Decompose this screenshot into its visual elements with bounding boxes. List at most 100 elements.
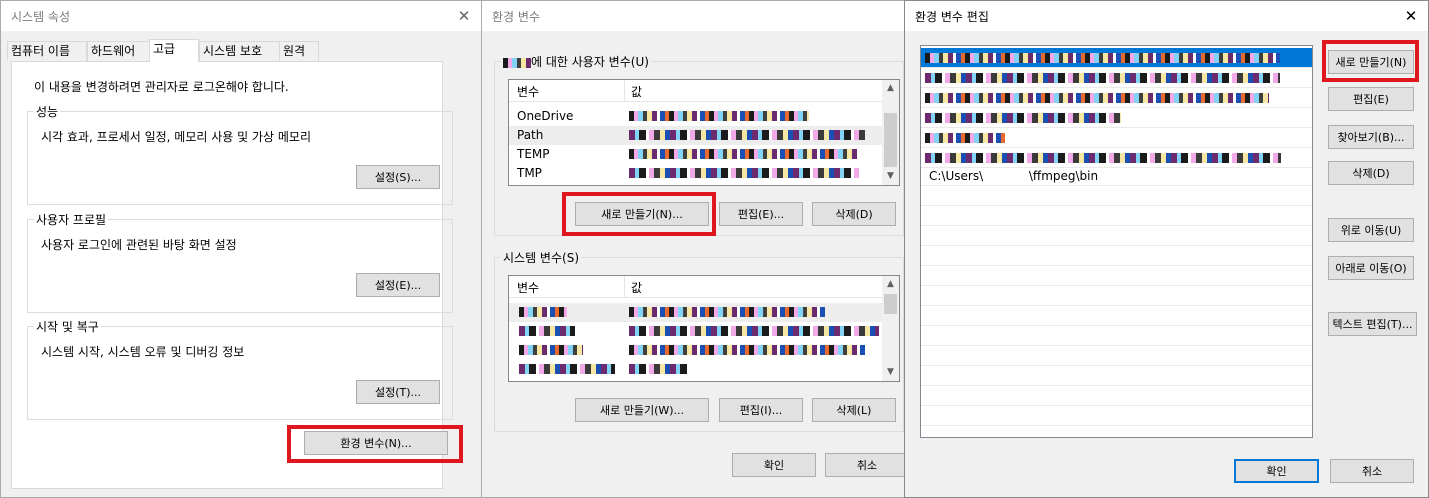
edit-ok-button[interactable]: 확인 xyxy=(1234,459,1319,483)
entry-text: C:\Users\ \ffmpeg\bin xyxy=(929,169,1099,183)
list-item[interactable] xyxy=(921,88,1312,108)
user-profile-group: 사용자 프로필 사용자 로그인에 관련된 바탕 화면 설정 설정(E)... xyxy=(27,211,453,313)
scroll-up-icon[interactable]: ▲ xyxy=(882,276,899,293)
redacted-name xyxy=(519,307,567,317)
list-item[interactable]: Path xyxy=(509,126,899,145)
window-title: 환경 변수 xyxy=(492,10,540,24)
title-bar[interactable]: 시스템 속성 ✕ xyxy=(1,1,481,31)
highlight-user-new-button xyxy=(562,192,716,236)
performance-desc: 시각 효과, 프로세서 일정, 메모리 사용 및 가상 메모리 xyxy=(41,130,311,144)
list-item[interactable] xyxy=(921,246,1312,266)
move-up-button[interactable]: 위로 이동(U) xyxy=(1328,218,1414,242)
title-bar[interactable]: 환경 변수 xyxy=(482,1,904,31)
redacted-value xyxy=(629,364,689,374)
highlight-env-button xyxy=(287,425,463,463)
list-item[interactable] xyxy=(921,326,1312,346)
list-item[interactable] xyxy=(921,48,1312,68)
edit-entry-button[interactable]: 편집(E) xyxy=(1328,87,1414,111)
tab-computer-name[interactable]: 컴퓨터 이름 xyxy=(7,41,87,61)
tab-hardware[interactable]: 하드웨어 xyxy=(87,41,151,61)
list-item[interactable] xyxy=(921,186,1312,206)
user-profile-settings-button[interactable]: 설정(E)... xyxy=(356,273,440,297)
system-properties-window: 시스템 속성 ✕ 컴퓨터 이름 하드웨어 고급 시스템 보호 원격 이 내용을 … xyxy=(0,0,482,498)
list-item[interactable]: OneDrive xyxy=(509,107,899,126)
edit-cancel-button[interactable]: 취소 xyxy=(1330,459,1414,483)
redacted-entry xyxy=(925,153,1281,163)
redacted-value xyxy=(629,345,865,355)
list-item[interactable] xyxy=(509,303,899,322)
list-item[interactable]: TEMP xyxy=(509,145,899,164)
scroll-thumb[interactable] xyxy=(884,294,897,314)
delete-entry-button[interactable]: 삭제(D) xyxy=(1328,161,1414,185)
redacted-entry xyxy=(925,93,1269,103)
title-bar[interactable]: 환경 변수 편집 ✕ xyxy=(905,1,1428,31)
tab-remote[interactable]: 원격 xyxy=(279,41,319,61)
list-item[interactable] xyxy=(921,266,1312,286)
scroll-down-icon[interactable]: ▼ xyxy=(882,168,899,185)
list-item[interactable] xyxy=(509,360,899,379)
redacted-entry xyxy=(925,73,1280,83)
list-item[interactable] xyxy=(921,286,1312,306)
system-variables-list[interactable]: 변수 값 ▲ ▼ xyxy=(508,275,900,382)
window-title: 환경 변수 편집 xyxy=(915,10,989,24)
tab-system-protection[interactable]: 시스템 보호 xyxy=(199,41,281,61)
scroll-up-icon[interactable]: ▲ xyxy=(882,80,899,97)
tab-advanced[interactable]: 고급 xyxy=(149,39,199,62)
column-variable[interactable]: 변수 xyxy=(517,279,539,296)
redacted-value xyxy=(629,307,825,317)
list-item[interactable] xyxy=(921,306,1312,326)
user-list-scrollbar[interactable]: ▲ ▼ xyxy=(882,80,899,185)
list-item[interactable] xyxy=(509,341,899,360)
list-item[interactable] xyxy=(921,68,1312,88)
redacted-value xyxy=(629,130,865,140)
system-list-scrollbar[interactable]: ▲ ▼ xyxy=(882,276,899,381)
list-item[interactable] xyxy=(921,366,1312,386)
list-item[interactable]: C:\Users\ \ffmpeg\bin xyxy=(921,166,1312,186)
user-edit-button[interactable]: 편집(E)... xyxy=(719,202,803,226)
highlight-new-entry-button xyxy=(1322,40,1419,82)
list-item[interactable] xyxy=(921,226,1312,246)
list-item[interactable] xyxy=(921,108,1312,128)
move-down-button[interactable]: 아래로 이동(O) xyxy=(1328,256,1414,280)
redacted-username xyxy=(503,57,531,68)
close-icon[interactable]: ✕ xyxy=(1400,5,1422,27)
performance-settings-button[interactable]: 설정(S)... xyxy=(356,165,440,189)
system-new-button[interactable]: 새로 만들기(W)... xyxy=(575,398,709,422)
ok-button[interactable]: 확인 xyxy=(732,453,816,477)
column-variable[interactable]: 변수 xyxy=(517,83,539,100)
variable-name: Path xyxy=(517,128,544,142)
user-profile-desc: 사용자 로그인에 관련된 바탕 화면 설정 xyxy=(41,238,237,252)
scroll-thumb[interactable] xyxy=(884,113,897,167)
scroll-down-icon[interactable]: ▼ xyxy=(882,364,899,381)
list-item[interactable] xyxy=(921,346,1312,366)
column-value[interactable]: 값 xyxy=(631,83,642,100)
list-item[interactable] xyxy=(921,406,1312,426)
redacted-name xyxy=(519,345,583,355)
list-item[interactable] xyxy=(921,206,1312,226)
system-edit-button[interactable]: 편집(I)... xyxy=(719,398,803,422)
redacted-value xyxy=(629,149,859,159)
edit-text-button[interactable]: 텍스트 편집(T)... xyxy=(1328,312,1417,336)
user-variables-list[interactable]: 변수 값 OneDrive Path TEMP TMP ▲ ▼ xyxy=(508,79,900,186)
list-item[interactable]: TMP xyxy=(509,164,899,183)
variable-name: TEMP xyxy=(517,147,550,161)
redacted-name xyxy=(519,364,615,374)
redacted-entry xyxy=(925,53,1280,63)
system-delete-button[interactable]: 삭제(L) xyxy=(812,398,896,422)
list-header: 변수 값 xyxy=(509,80,899,102)
path-entries-list[interactable]: C:\Users\ \ffmpeg\bin xyxy=(920,45,1313,438)
close-icon[interactable]: ✕ xyxy=(453,5,475,27)
list-item[interactable] xyxy=(921,386,1312,406)
list-header: 변수 값 xyxy=(509,276,899,298)
list-item[interactable] xyxy=(921,128,1312,148)
user-delete-button[interactable]: 삭제(D) xyxy=(812,202,896,226)
performance-label: 성능 xyxy=(34,103,61,120)
list-item[interactable] xyxy=(921,148,1312,168)
startup-recovery-settings-button[interactable]: 설정(T)... xyxy=(356,380,440,404)
list-item[interactable] xyxy=(509,322,899,341)
cancel-button[interactable]: 취소 xyxy=(825,453,904,477)
admin-note: 이 내용을 변경하려면 관리자로 로그온해야 합니다. xyxy=(34,80,289,94)
variable-name: TMP xyxy=(517,166,542,180)
column-value[interactable]: 값 xyxy=(631,279,642,296)
browse-button[interactable]: 찾아보기(B)... xyxy=(1328,125,1414,149)
